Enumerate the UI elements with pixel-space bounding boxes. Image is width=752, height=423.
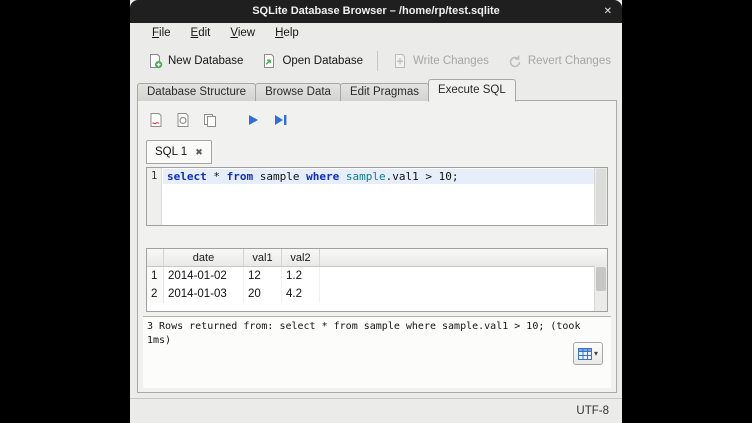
write-changes-button: Write Changes [383,49,498,73]
new-database-button[interactable]: New Database [138,49,252,73]
cell-val1[interactable]: 20 [244,285,282,303]
write-changes-label: Write Changes [413,55,489,67]
results-header-row: date val1 val2 [147,249,607,267]
results-message: 3 Rows returned from: select * from samp… [143,317,601,350]
sql-text: sample [253,170,306,183]
editor-scrollbar-thumb[interactable] [596,169,606,224]
column-header-date[interactable]: date [164,249,244,266]
revert-changes-button: Revert Changes [498,49,620,73]
tab-browse-data[interactable]: Browse Data [255,83,341,101]
open-sql-file-icon [148,112,164,128]
sql-tab-label: SQL 1 [155,146,187,158]
header-filler [320,249,607,266]
save-sql-file-button[interactable] [171,109,195,131]
save-sql-file-icon [175,112,191,128]
sql-table-name: sample [346,170,386,183]
menu-help[interactable]: Help [265,23,309,44]
titlebar[interactable]: SQLite Database Browser – /home/rp/test.… [130,0,622,23]
tab-edit-pragmas[interactable]: Edit Pragmas [340,83,429,101]
sql-keyword: where [306,170,339,183]
cell-val1[interactable]: 12 [244,267,282,285]
close-window-icon[interactable]: ✕ [604,0,612,23]
open-database-button[interactable]: Open Database [252,49,372,73]
menu-view[interactable]: View [220,23,265,44]
new-database-icon [147,53,163,69]
results-message-area: 3 Rows returned from: select * from samp… [143,316,611,388]
line-number: 1 [151,170,157,182]
table-view-icon [578,348,592,360]
row-number: 1 [147,267,164,285]
statusbar: UTF-8 [130,398,622,423]
table-scrollbar[interactable] [594,266,607,311]
sql-text: * [207,170,227,183]
cell-date[interactable]: 2014-01-03 [164,285,244,303]
cell-date[interactable]: 2014-01-02 [164,267,244,285]
tab-database-structure[interactable]: Database Structure [137,83,256,101]
column-header-val1[interactable]: val1 [244,249,282,266]
app-window: SQLite Database Browser – /home/rp/test.… [130,0,622,423]
results-table: date val1 val2 1 2014-01-02 12 1.2 2 201… [146,248,608,312]
execute-sql-play-icon [246,113,260,127]
sql-keyword: select [167,170,207,183]
execute-sql-panel: SQL 1 ✖ 1 select * from sample where sam… [137,100,617,393]
table-row[interactable]: 1 2014-01-02 12 1.2 [147,267,607,285]
table-scrollbar-thumb[interactable] [596,267,606,291]
desktop-background: SQLite Database Browser – /home/rp/test.… [0,0,752,423]
results-view-button[interactable]: ▾ [573,342,603,365]
line-number-gutter: 1 [147,168,162,225]
editor-scrollbar[interactable] [594,168,607,225]
column-header-val2[interactable]: val2 [282,249,320,266]
tab-execute-sql[interactable]: Execute SQL [428,79,516,102]
revert-changes-label: Revert Changes [528,55,611,67]
open-database-label: Open Database [282,55,363,67]
sql-code-line: select * from sample where sample.val1 >… [167,170,458,183]
chevron-down-icon: ▾ [594,349,598,358]
sql-text: .val1 > 10; [386,170,459,183]
new-database-label: New Database [168,55,243,67]
sql-tab-close-icon[interactable]: ✖ [195,147,203,158]
row-number: 2 [147,285,164,303]
revert-changes-icon [507,53,523,69]
execute-sql-button[interactable] [241,109,265,131]
main-toolbar: New Database Open Database Write Changes [130,44,622,78]
cell-val2[interactable]: 1.2 [282,267,320,285]
sql-tab[interactable]: SQL 1 ✖ [146,140,212,164]
menubar: File Edit View Help [130,23,622,44]
toolbar-separator [377,51,378,71]
main-tabbar: Database Structure Browse Data Edit Prag… [137,80,515,102]
sql-toolbar [144,109,292,131]
encoding-label: UTF-8 [576,405,609,417]
sql-keyword: from [227,170,254,183]
execute-line-play-icon [273,113,288,127]
execute-current-line-button[interactable] [268,109,292,131]
copy-sql-button[interactable] [198,109,222,131]
menu-edit[interactable]: Edit [181,23,221,44]
window-title: SQLite Database Browser – /home/rp/test.… [130,0,622,23]
sql-text [339,170,346,183]
cell-val2[interactable]: 4.2 [282,285,320,303]
open-sql-file-button[interactable] [144,109,168,131]
corner-header [147,249,164,266]
copy-sql-icon [202,112,218,128]
table-row[interactable]: 2 2014-01-03 20 4.2 [147,285,607,303]
menu-file[interactable]: File [142,23,181,44]
open-database-icon [261,53,277,69]
sql-editor[interactable]: 1 select * from sample where sample.val1… [146,167,608,226]
write-changes-icon [392,53,408,69]
